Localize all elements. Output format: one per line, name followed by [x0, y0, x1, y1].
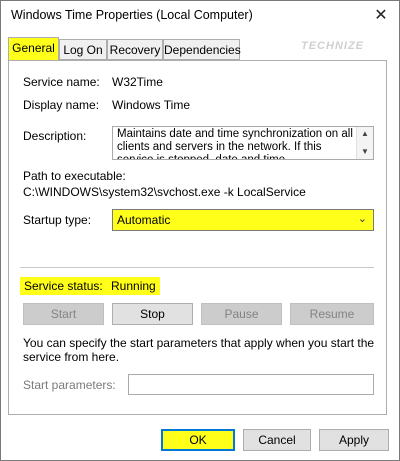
service-status-value: Running: [107, 277, 160, 295]
apply-button[interactable]: Apply: [319, 429, 389, 451]
title-bar[interactable]: Windows Time Properties (Local Computer)…: [1, 1, 399, 31]
separator: [20, 267, 374, 268]
startup-type-dropdown[interactable]: Automatic ⌄: [112, 209, 374, 231]
ok-button[interactable]: OK: [161, 429, 235, 451]
path-value: C:\WINDOWS\system32\svchost.exe -k Local…: [23, 185, 306, 199]
service-status-label: Service status:: [20, 277, 107, 295]
stop-button[interactable]: Stop: [112, 303, 193, 325]
startup-type-label: Startup type:: [23, 213, 92, 227]
startup-type-value: Automatic: [117, 213, 171, 227]
service-name-value: W32Time: [112, 75, 163, 89]
close-icon[interactable]: ✕: [363, 1, 399, 31]
display-name-label: Display name:: [23, 98, 100, 112]
window-title: Windows Time Properties (Local Computer): [11, 8, 253, 22]
help-text: You can specify the start parameters tha…: [23, 336, 375, 364]
cancel-button[interactable]: Cancel: [243, 429, 311, 451]
chevron-down-icon[interactable]: ⌄: [358, 212, 367, 225]
properties-dialog: Windows Time Properties (Local Computer)…: [0, 0, 400, 461]
path-label: Path to executable:: [23, 169, 126, 183]
tab-recovery[interactable]: Recovery: [107, 39, 163, 60]
tab-dependencies[interactable]: Dependencies: [163, 39, 241, 60]
scroll-up-arrow-icon[interactable]: ▲: [357, 129, 373, 138]
start-button[interactable]: Start: [23, 303, 104, 325]
description-text: Maintains date and time synchronization …: [117, 128, 353, 160]
tab-general[interactable]: General: [8, 37, 59, 61]
start-parameters-label: Start parameters:: [23, 378, 116, 392]
start-parameters-input[interactable]: [128, 374, 374, 395]
resume-button[interactable]: Resume: [290, 303, 374, 325]
display-name-value: Windows Time: [112, 98, 191, 112]
watermark: TECHNIZE: [301, 40, 364, 52]
service-name-label: Service name:: [23, 75, 100, 89]
description-label: Description:: [23, 129, 87, 143]
description-scrollbar[interactable]: ▲ ▼: [356, 127, 373, 159]
pause-button[interactable]: Pause: [201, 303, 282, 325]
scroll-down-arrow-icon[interactable]: ▼: [357, 147, 373, 156]
description-textbox[interactable]: Maintains date and time synchronization …: [112, 126, 374, 160]
tab-log-on[interactable]: Log On: [59, 39, 107, 60]
